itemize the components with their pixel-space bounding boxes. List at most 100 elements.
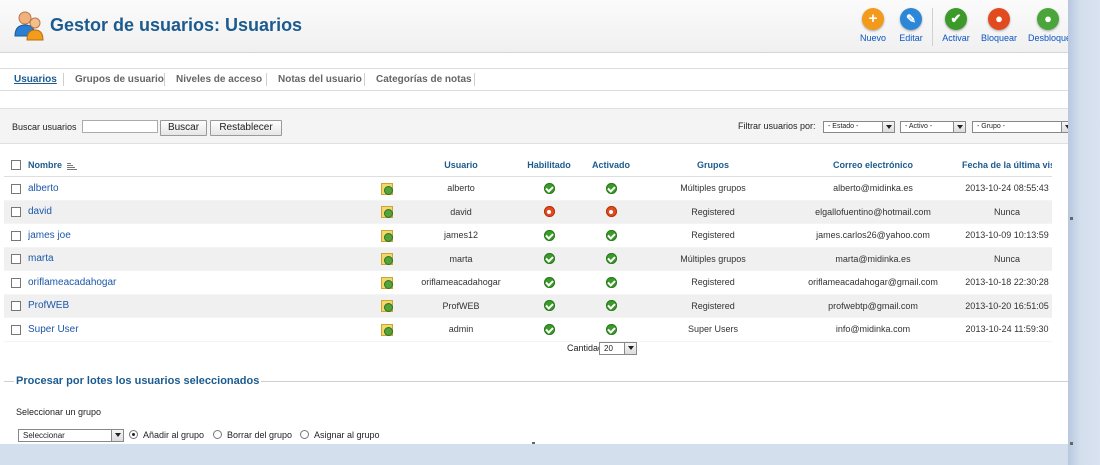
user-name-link[interactable]: oriflameacadahogar (28, 277, 116, 288)
tab-access-levels[interactable]: Niveles de acceso (176, 74, 262, 85)
tab-separator (266, 73, 267, 86)
state-filter-select[interactable]: - Estado - (823, 121, 895, 133)
last-visit-cell: Nunca (962, 200, 1052, 224)
batch-process-fieldset: Procesar por lotes los usuarios seleccio… (4, 375, 1068, 444)
last-visit-cell: 2013-10-18 22:30:28 (962, 270, 1052, 295)
activated-header[interactable]: Activado (580, 154, 642, 177)
toolbar: Gestor de usuarios: Usuarios + Nuevo ✎ E… (0, 0, 1068, 53)
enabled-check-icon[interactable] (543, 253, 555, 265)
dropdown-arrow-icon (624, 343, 636, 354)
row-checkbox[interactable] (11, 277, 21, 288)
activated-cell (580, 176, 642, 201)
tab-user-notes[interactable]: Notas del usuario (278, 74, 362, 85)
unblock-button[interactable]: ● Desbloquea (1028, 6, 1068, 48)
tab-separator (63, 73, 64, 86)
notes-cell (368, 200, 404, 224)
activate-button[interactable]: ✔ Activar (936, 6, 976, 48)
groups-cell: Registered (642, 223, 784, 248)
reset-button[interactable]: Restablecer (210, 120, 282, 136)
groups-cell: Múltiples grupos (642, 176, 784, 201)
user-name-link[interactable]: david (28, 206, 52, 217)
select-all-cell (4, 154, 28, 177)
radio-add-to-group[interactable] (129, 430, 138, 439)
table-row: david david Registered elgallofuentino@hotm… (4, 200, 1052, 224)
row-select-cell (4, 270, 28, 295)
add-note-icon[interactable] (380, 323, 393, 336)
radio-assign-to-group[interactable] (300, 430, 309, 439)
email-header[interactable]: Correo electrónico (784, 154, 962, 177)
disabled-icon[interactable] (543, 206, 555, 218)
dropdown-arrow-icon (953, 122, 965, 132)
select-all-checkbox[interactable] (11, 160, 21, 171)
enabled-check-icon[interactable] (543, 229, 555, 241)
search-input[interactable] (82, 120, 158, 133)
enabled-check-icon[interactable] (543, 182, 555, 194)
tab-user-groups[interactable]: Grupos de usuario (75, 74, 164, 85)
sort-ascending-icon (66, 162, 77, 170)
batch-group-select[interactable]: Seleccionar (18, 429, 124, 442)
not-activated-icon[interactable] (605, 206, 617, 218)
row-checkbox[interactable] (11, 254, 21, 265)
table-row: alberto alberto Múltiples grupos alberto@mi… (4, 176, 1052, 201)
user-name-link[interactable]: marta (28, 253, 54, 264)
email-cell: james.carlos26@yahoo.com (784, 223, 962, 248)
block-icon: ● (988, 8, 1010, 30)
activated-check-icon[interactable] (605, 253, 617, 265)
enabled-check-icon[interactable] (543, 276, 555, 288)
table-header-row: Nombre Usuario Habilitado Activado Grupo… (4, 154, 1052, 177)
add-note-icon[interactable] (380, 300, 393, 313)
add-note-icon[interactable] (380, 276, 393, 289)
row-checkbox[interactable] (11, 207, 21, 218)
block-button[interactable]: ● Bloquear (979, 6, 1019, 48)
user-name-link[interactable]: alberto (28, 183, 59, 194)
radio-remove-label: Borrar del grupo (227, 430, 293, 440)
enabled-header[interactable]: Habilitado (518, 154, 580, 177)
activated-check-icon[interactable] (605, 276, 617, 288)
enabled-cell (518, 223, 580, 248)
email-cell: marta@midinka.es (784, 247, 962, 271)
tab-note-categories[interactable]: Categorías de notas (376, 74, 472, 85)
users-icon (14, 10, 44, 42)
activated-cell (580, 223, 642, 248)
new-button[interactable]: + Nuevo (853, 6, 893, 48)
radio-remove-from-group[interactable] (213, 430, 222, 439)
last-visit-cell: 2013-10-09 10:13:59 (962, 223, 1052, 248)
name-header[interactable]: Nombre (28, 154, 368, 177)
group-filter-select[interactable]: - Grupo - (972, 121, 1068, 133)
username-cell: james12 (404, 223, 518, 248)
row-select-cell (4, 223, 28, 248)
limit-select[interactable]: 20 (599, 342, 637, 355)
edit-button[interactable]: ✎ Editar (891, 6, 931, 48)
side-strip (1068, 0, 1100, 465)
username-cell: david (404, 200, 518, 224)
username-header[interactable]: Usuario (404, 154, 518, 177)
enabled-check-icon[interactable] (543, 300, 555, 312)
add-note-icon[interactable] (380, 182, 393, 195)
last-visit-header[interactable]: Fecha de la última visita (962, 154, 1052, 177)
search-button[interactable]: Buscar (160, 120, 207, 136)
limit-label: Cantidad (567, 343, 604, 353)
activated-check-icon[interactable] (605, 229, 617, 241)
user-name-link[interactable]: Super User (28, 324, 79, 335)
activated-check-icon[interactable] (605, 182, 617, 194)
notes-cell (368, 270, 404, 295)
row-checkbox[interactable] (11, 230, 21, 241)
plus-icon: + (862, 8, 884, 30)
add-note-icon[interactable] (380, 229, 393, 242)
add-note-icon[interactable] (380, 253, 393, 266)
enabled-cell (518, 270, 580, 295)
tab-users[interactable]: Usuarios (14, 74, 57, 85)
radio-assign-label: Asignar al grupo (314, 430, 380, 440)
row-checkbox[interactable] (11, 183, 21, 194)
user-name-link[interactable]: ProfWEB (28, 300, 69, 311)
row-checkbox[interactable] (11, 301, 21, 312)
activated-check-icon[interactable] (605, 323, 617, 335)
username-cell: oriflameacadahogar (404, 270, 518, 295)
active-filter-select[interactable]: - Activo - (900, 121, 966, 133)
enabled-check-icon[interactable] (543, 323, 555, 335)
activated-check-icon[interactable] (605, 300, 617, 312)
user-name-link[interactable]: james joe (28, 230, 71, 241)
add-note-icon[interactable] (380, 206, 393, 219)
row-checkbox[interactable] (11, 324, 21, 335)
groups-cell: Registered (642, 270, 784, 295)
